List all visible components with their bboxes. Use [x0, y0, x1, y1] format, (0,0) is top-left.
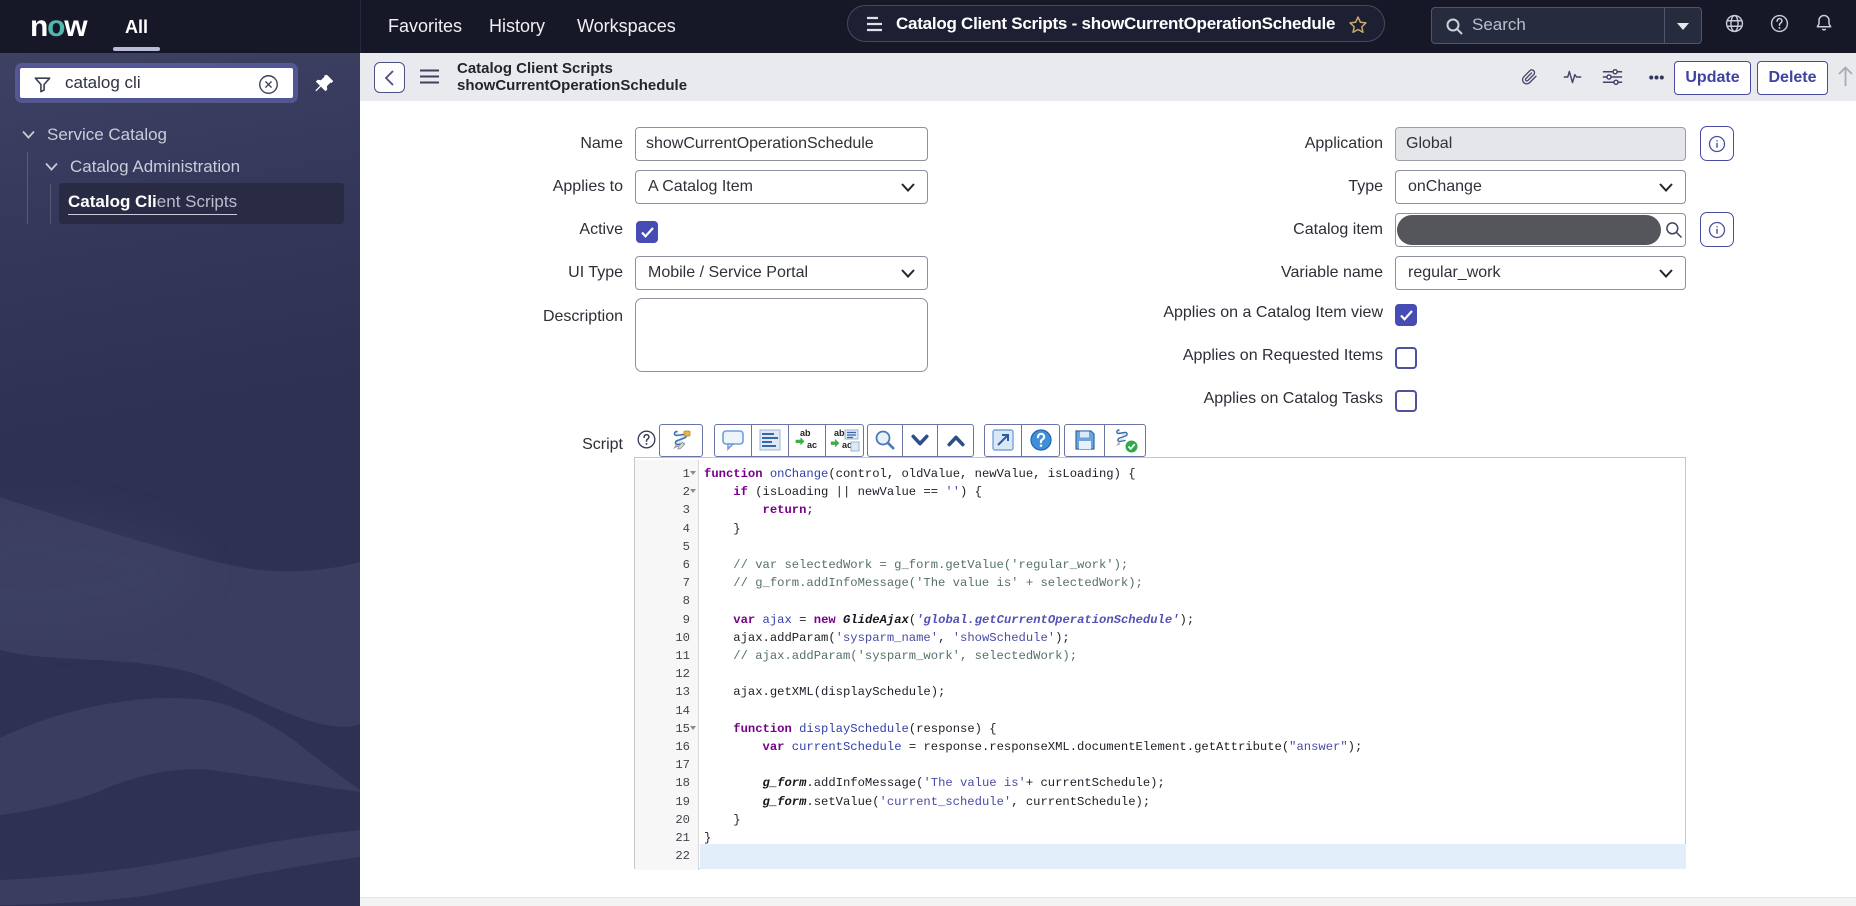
svg-text:ac: ac: [807, 440, 817, 450]
svg-text:ab: ab: [834, 428, 845, 438]
svg-text:ab: ab: [800, 428, 811, 438]
